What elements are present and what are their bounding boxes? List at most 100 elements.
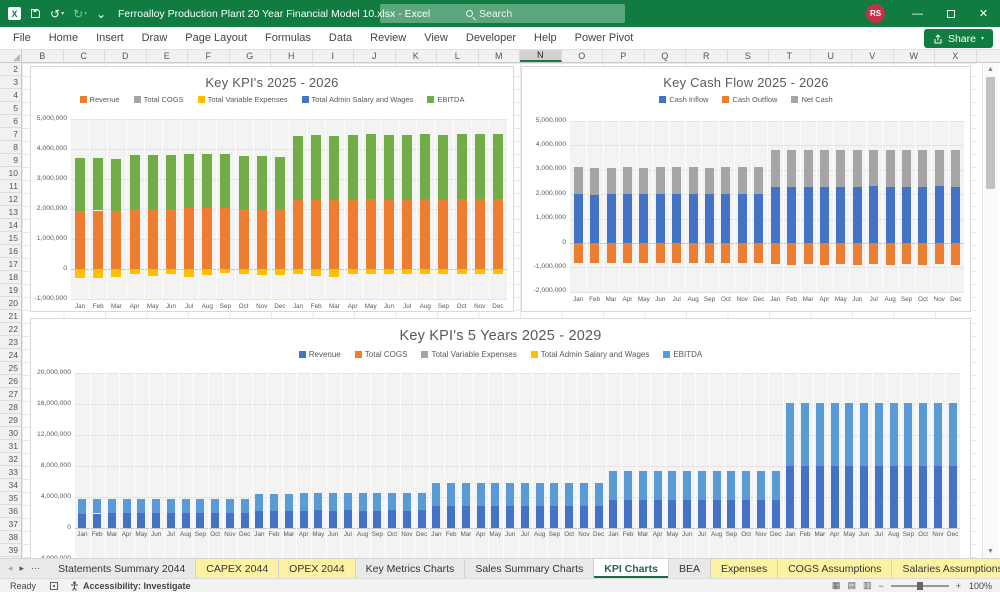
row-header-11[interactable]: 11 — [0, 180, 21, 193]
sheet-tab-kpi-charts[interactable]: KPI Charts — [594, 559, 669, 578]
row-header-9[interactable]: 9 — [0, 154, 21, 167]
search-input[interactable] — [479, 8, 539, 20]
sheet-nav-more-icon[interactable]: ⋯ — [31, 563, 40, 574]
column-header-Q[interactable]: Q — [645, 50, 687, 62]
vertical-scroll-thumb[interactable] — [986, 77, 995, 189]
sheet-tab-cogs-assumptions[interactable]: COGS Assumptions — [778, 559, 892, 578]
row-header-38[interactable]: 38 — [0, 531, 21, 544]
search-box[interactable] — [380, 4, 625, 23]
sheet-tab-capex-2044[interactable]: CAPEX 2044 — [196, 559, 279, 578]
ribbon-tab-home[interactable]: Home — [40, 27, 87, 49]
zoom-level[interactable]: 100% — [968, 581, 992, 591]
row-header-19[interactable]: 19 — [0, 284, 21, 297]
column-header-T[interactable]: T — [769, 50, 811, 62]
ribbon-tab-draw[interactable]: Draw — [133, 27, 177, 49]
zoom-out-icon[interactable]: − — [878, 581, 883, 591]
sheet-tab-salaries-assumptions[interactable]: Salaries Assumptions — [892, 559, 1000, 578]
column-header-I[interactable]: I — [313, 50, 355, 62]
column-header-W[interactable]: W — [894, 50, 936, 62]
row-header-34[interactable]: 34 — [0, 479, 21, 492]
row-header-16[interactable]: 16 — [0, 245, 21, 258]
row-header-25[interactable]: 25 — [0, 362, 21, 375]
minimize-button[interactable]: — — [901, 0, 934, 27]
column-header-P[interactable]: P — [603, 50, 645, 62]
ribbon-tab-review[interactable]: Review — [361, 27, 415, 49]
row-header-13[interactable]: 13 — [0, 206, 21, 219]
customize-toolbar-icon[interactable]: ⌄ — [96, 8, 106, 20]
page-break-view-icon[interactable]: ▥ — [863, 580, 872, 591]
sheet-tab-statements-summary-2044[interactable]: Statements Summary 2044 — [48, 559, 196, 578]
row-header-28[interactable]: 28 — [0, 401, 21, 414]
row-header-30[interactable]: 30 — [0, 427, 21, 440]
column-header-N[interactable]: N — [520, 50, 562, 62]
ribbon-tab-view[interactable]: View — [415, 27, 457, 49]
sheet-nav-left-icon[interactable]: ◂ — [8, 563, 13, 574]
sheet-tab-sales-summary-charts[interactable]: Sales Summary Charts — [465, 559, 594, 578]
save-icon[interactable] — [30, 8, 41, 19]
sheet-tab-opex-2044[interactable]: OPEX 2044 — [279, 559, 355, 578]
column-header-V[interactable]: V — [852, 50, 894, 62]
column-header-S[interactable]: S — [728, 50, 770, 62]
row-header-35[interactable]: 35 — [0, 492, 21, 505]
column-header-R[interactable]: R — [686, 50, 728, 62]
column-header-D[interactable]: D — [105, 50, 147, 62]
account-avatar[interactable]: RS — [866, 4, 885, 23]
row-header-21[interactable]: 21 — [0, 310, 21, 323]
close-button[interactable]: ✕ — [967, 0, 1000, 27]
column-header-L[interactable]: L — [437, 50, 479, 62]
chart-key-kpis-5-years-2025-2029[interactable]: Key KPI's 5 Years 2025 - 2029RevenueTota… — [30, 318, 971, 558]
column-header-G[interactable]: G — [230, 50, 272, 62]
zoom-in-icon[interactable]: + — [956, 581, 961, 591]
row-header-31[interactable]: 31 — [0, 440, 21, 453]
ribbon-tab-power-pivot[interactable]: Power Pivot — [566, 27, 643, 49]
row-header-36[interactable]: 36 — [0, 505, 21, 518]
row-header-32[interactable]: 32 — [0, 453, 21, 466]
sheet-tab-bea[interactable]: BEA — [669, 559, 711, 578]
column-header-U[interactable]: U — [811, 50, 853, 62]
row-header-27[interactable]: 27 — [0, 388, 21, 401]
select-all-corner[interactable] — [0, 50, 22, 62]
row-header-2[interactable]: 2 — [0, 63, 21, 76]
undo-icon[interactable]: ↺▾ — [50, 8, 64, 20]
zoom-slider-thumb[interactable] — [917, 582, 923, 590]
column-header-H[interactable]: H — [271, 50, 313, 62]
row-header-23[interactable]: 23 — [0, 336, 21, 349]
row-header-18[interactable]: 18 — [0, 271, 21, 284]
chart-key-cash-flow-2025-2026[interactable]: Key Cash Flow 2025 - 2026Cash InflowCash… — [521, 66, 971, 312]
ribbon-tab-formulas[interactable]: Formulas — [256, 27, 320, 49]
ribbon-tab-developer[interactable]: Developer — [457, 27, 525, 49]
vertical-scrollbar[interactable]: ▲ ▼ — [982, 63, 998, 558]
column-header-M[interactable]: M — [479, 50, 521, 62]
row-header-12[interactable]: 12 — [0, 193, 21, 206]
macro-record-icon[interactable] — [50, 582, 58, 590]
row-header-17[interactable]: 17 — [0, 258, 21, 271]
page-layout-view-icon[interactable]: ▤ — [847, 580, 856, 591]
column-header-C[interactable]: C — [64, 50, 106, 62]
row-header-4[interactable]: 4 — [0, 89, 21, 102]
chart-key-kpis-2025-2026[interactable]: Key KPI's 2025 - 2026RevenueTotal COGSTo… — [30, 66, 514, 312]
row-header-33[interactable]: 33 — [0, 466, 21, 479]
column-header-K[interactable]: K — [396, 50, 438, 62]
ribbon-tab-help[interactable]: Help — [525, 27, 566, 49]
sheet-nav-right-icon[interactable]: ▸ — [20, 563, 25, 574]
zoom-slider[interactable] — [891, 585, 949, 587]
column-header-E[interactable]: E — [147, 50, 189, 62]
row-header-26[interactable]: 26 — [0, 375, 21, 388]
row-header-39[interactable]: 39 — [0, 544, 21, 557]
row-header-10[interactable]: 10 — [0, 167, 21, 180]
sheet-tab-key-metrics-charts[interactable]: Key Metrics Charts — [356, 559, 466, 578]
sheet-tab-expenses[interactable]: Expenses — [711, 559, 778, 578]
scroll-down-icon[interactable]: ▼ — [983, 545, 998, 558]
ribbon-tab-page-layout[interactable]: Page Layout — [176, 27, 256, 49]
row-header-14[interactable]: 14 — [0, 219, 21, 232]
row-header-29[interactable]: 29 — [0, 414, 21, 427]
row-header-6[interactable]: 6 — [0, 115, 21, 128]
column-header-O[interactable]: O — [562, 50, 604, 62]
column-header-B[interactable]: B — [22, 50, 64, 62]
ribbon-tab-data[interactable]: Data — [320, 27, 361, 49]
row-header-22[interactable]: 22 — [0, 323, 21, 336]
ribbon-tab-file[interactable]: File — [4, 27, 40, 49]
row-header-15[interactable]: 15 — [0, 232, 21, 245]
accessibility-status[interactable]: Accessibility: Investigate — [83, 581, 191, 591]
row-header-8[interactable]: 8 — [0, 141, 21, 154]
